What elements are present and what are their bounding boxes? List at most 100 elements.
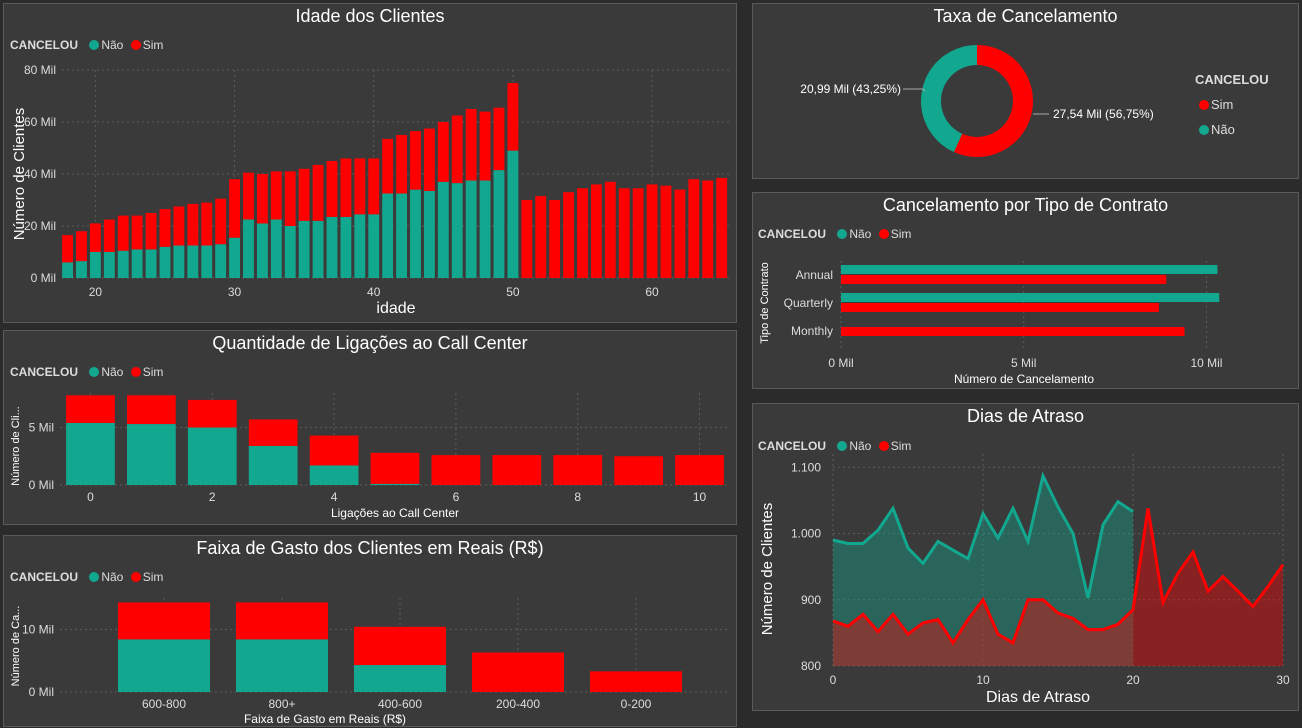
bar-sim: [431, 455, 481, 485]
bar-nao: [201, 245, 213, 278]
bar-sim: [841, 303, 1159, 312]
bar-nao: [187, 427, 237, 485]
bar-sim: [675, 455, 724, 485]
bar-nao: [173, 245, 185, 278]
x-tick-label: 200-400: [496, 697, 540, 711]
bar-sim: [688, 179, 700, 278]
contract-panel: Cancelamento por Tipo de Contrato CANCEL…: [752, 192, 1299, 389]
bar-sim: [590, 184, 602, 278]
y-tick-label: 20 Mil: [24, 219, 56, 233]
y-tick-label: 1.000: [791, 527, 821, 541]
bar-sim: [479, 111, 491, 181]
x-tick-label: 2: [209, 490, 216, 504]
sim-dot-icon: [1199, 100, 1209, 110]
bar-sim: [368, 158, 380, 215]
x-axis-title: idade: [376, 300, 415, 317]
bar-sim: [507, 83, 519, 151]
bar-sim: [604, 181, 616, 278]
bar-sim: [66, 395, 115, 423]
bar-sim: [159, 209, 171, 247]
bar-sim: [549, 200, 561, 278]
contract-chart[interactable]: 0 Mil 5 Mil 10 Mil Annual Quarterly Monthly Nú…: [753, 193, 1300, 390]
bar-sim: [674, 189, 686, 278]
bar-nao: [312, 220, 324, 278]
y-tick-label: Quarterly: [784, 296, 833, 310]
x-tick-label: 4: [331, 490, 338, 504]
y-tick-label: 60 Mil: [24, 115, 56, 129]
bar-nao: [229, 237, 240, 278]
bar-sim: [215, 198, 227, 245]
legend-nao: Não: [1211, 122, 1235, 137]
bar-sim: [248, 419, 298, 446]
bar-nao: [76, 261, 87, 278]
bar-sim: [632, 188, 644, 278]
bar-nao: [354, 214, 366, 278]
slice-nao: [921, 45, 977, 153]
bar-nao: [270, 219, 282, 278]
x-tick-label: 400-600: [378, 697, 422, 711]
bar-sim: [492, 455, 542, 485]
x-tick-label: 40: [367, 285, 381, 299]
bar-nao: [145, 249, 157, 278]
bar-nao: [298, 220, 310, 278]
bar-nao: [103, 252, 115, 278]
x-tick-label: 0: [830, 673, 837, 687]
bar-sim: [89, 223, 101, 252]
bar-sim: [187, 399, 237, 428]
bar-sim: [187, 203, 199, 246]
leader-line: [903, 88, 926, 92]
cancel-chart[interactable]: 20,99 Mil (43,25%) 27,54 Mil (56,75%): [753, 4, 1183, 180]
bar-sim: [493, 107, 505, 171]
bar-sim: [173, 206, 185, 246]
bar-sim: [256, 174, 268, 224]
bar-sim: [76, 231, 87, 262]
bar-nao: [127, 424, 176, 485]
cancel-panel: Taxa de Cancelamento CANCELOU Sim Não 20…: [752, 3, 1299, 179]
y-tick-label: Annual: [796, 268, 833, 282]
bar-nao: [131, 249, 143, 278]
bar-nao: [187, 245, 199, 278]
bar-nao: [284, 226, 296, 278]
bar-nao: [89, 252, 101, 278]
legend-title: CANCELOU: [1195, 72, 1269, 87]
bar-sim: [370, 452, 420, 484]
bar-nao: [340, 216, 352, 278]
x-tick-label: 6: [453, 490, 460, 504]
bar-sim: [298, 168, 310, 221]
bar-sim: [451, 115, 463, 184]
bar-sim: [354, 158, 366, 215]
bar-nao: [66, 422, 115, 485]
x-axis-title: Ligações ao Call Center: [331, 506, 459, 520]
bar-sim: [465, 109, 477, 181]
x-tick-label: 0: [87, 490, 94, 504]
bar-nao: [256, 223, 268, 278]
age-chart[interactable]: 0 Mil 20 Mil 40 Mil 60 Mil 80 Mil 20 30 40 50 60 i…: [4, 4, 738, 324]
delay-chart[interactable]: 800 900 1.000 1.100 0 10 20 30 Dias de Atraso Núm…: [753, 404, 1300, 712]
y-axis-title: Número de Ca...: [10, 606, 22, 687]
x-axis-title: Dias de Atraso: [986, 689, 1090, 706]
bar-sim: [354, 626, 446, 666]
bar-nao: [243, 219, 254, 278]
bar-nao: [368, 214, 380, 278]
bar-sim: [243, 172, 254, 220]
bar-nao: [354, 665, 446, 692]
bar-sim: [103, 219, 115, 252]
x-tick-label: 60: [645, 285, 659, 299]
x-tick-label: 30: [1276, 673, 1290, 687]
bar-sim: [118, 602, 210, 640]
bar-nao: [62, 262, 73, 278]
y-tick-label: 0 Mil: [29, 478, 54, 492]
x-tick-label: 20: [1126, 673, 1140, 687]
y-tick-label: 900: [801, 593, 821, 607]
bar-sim: [841, 275, 1167, 284]
bar-sim: [535, 196, 547, 278]
y-axis-title: Número de Clientes: [759, 503, 776, 636]
spend-chart[interactable]: 0 Mil 10 Mil 600-800 800+ 400-600 200-400 0-20…: [4, 536, 738, 728]
x-tick-label: 0 Mil: [828, 356, 853, 370]
bar-sim: [423, 128, 435, 191]
y-axis-title: Número de Clientes: [11, 108, 28, 241]
data-label-nao: 20,99 Mil (43,25%): [800, 82, 901, 96]
y-tick-label: 0 Mil: [31, 271, 56, 285]
calls-chart[interactable]: 0 Mil 5 Mil 0 2 4 6 8 10 Ligações ao Call Center…: [4, 331, 738, 526]
y-tick-label: 1.100: [791, 460, 821, 474]
